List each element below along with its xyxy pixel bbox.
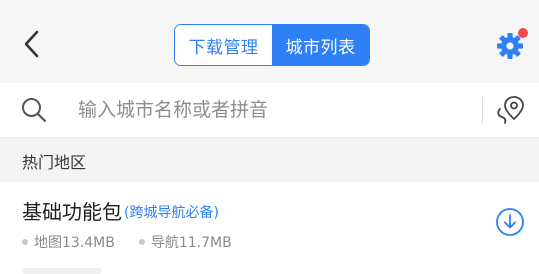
bullet-dot xyxy=(22,239,28,245)
locate-button[interactable] xyxy=(494,93,528,127)
map-size: 地图13.4MB xyxy=(34,235,115,251)
download-button[interactable] xyxy=(494,206,526,238)
item-tag: (跨城导航必备) xyxy=(124,205,219,221)
search-icon xyxy=(22,98,47,123)
item-title: 基础功能包 xyxy=(22,200,122,224)
next-item-placeholder xyxy=(22,268,102,274)
search-bar xyxy=(0,83,539,138)
search-input[interactable] xyxy=(78,92,458,128)
location-pin-icon xyxy=(497,96,524,124)
divider xyxy=(482,97,483,123)
section-header: 热门地区 xyxy=(0,138,539,182)
back-button[interactable] xyxy=(18,28,46,60)
download-icon xyxy=(496,208,524,236)
item-title-row: 基础功能包 (跨城导航必备) xyxy=(22,196,219,225)
tab-city-list[interactable]: 城市列表 xyxy=(272,25,369,65)
chevron-left-icon xyxy=(24,30,39,58)
section-title: 热门地区 xyxy=(22,153,87,172)
settings-button[interactable] xyxy=(494,26,530,62)
gear-icon xyxy=(497,28,528,59)
top-bar: 下载管理 城市列表 xyxy=(0,0,539,83)
nav-size: 导航11.7MB xyxy=(150,235,232,251)
item-meta: 地图13.4MB 导航11.7MB xyxy=(22,232,232,252)
tab-download-manager[interactable]: 下载管理 xyxy=(175,25,272,65)
list-item[interactable]: 基础功能包 (跨城导航必备) 地图13.4MB 导航11.7MB xyxy=(0,182,539,274)
bullet-dot xyxy=(138,239,145,245)
segmented-control: 下载管理 城市列表 xyxy=(174,24,370,66)
notification-dot xyxy=(518,28,528,38)
